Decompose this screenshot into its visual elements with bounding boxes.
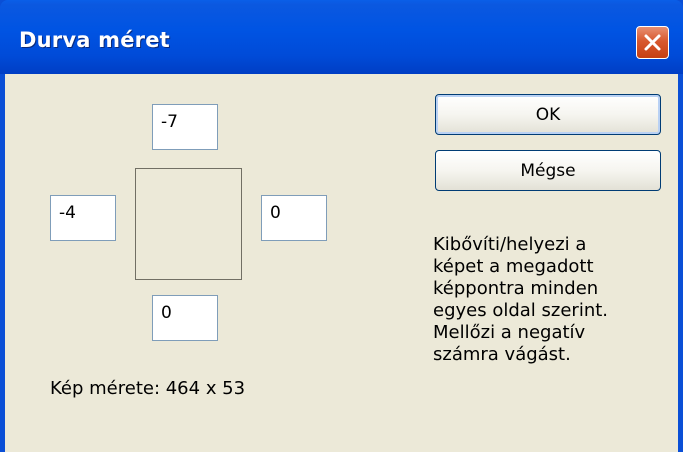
close-button[interactable] xyxy=(636,26,669,59)
dialog-window: Durva méret -7 -4 0 0 Kép mérete: 464 x … xyxy=(0,0,683,452)
close-icon xyxy=(644,34,661,51)
cancel-button[interactable]: Mégse xyxy=(435,150,661,191)
left-margin-input[interactable]: -4 xyxy=(50,195,116,241)
window-title: Durva méret xyxy=(19,28,170,52)
title-bar[interactable]: Durva méret xyxy=(0,0,683,74)
ok-button[interactable]: OK xyxy=(435,94,661,135)
dialog-body: -7 -4 0 0 Kép mérete: 464 x 53 OK Mégse … xyxy=(5,74,678,452)
image-preview-box xyxy=(135,168,242,280)
top-margin-input[interactable]: -7 xyxy=(152,104,218,150)
description-text: Kibővíti/helyezi a képet a megadott képp… xyxy=(433,234,609,365)
right-margin-input[interactable]: 0 xyxy=(261,195,327,241)
image-size-label: Kép mérete: 464 x 53 xyxy=(50,378,246,399)
bottom-margin-input[interactable]: 0 xyxy=(152,295,218,341)
